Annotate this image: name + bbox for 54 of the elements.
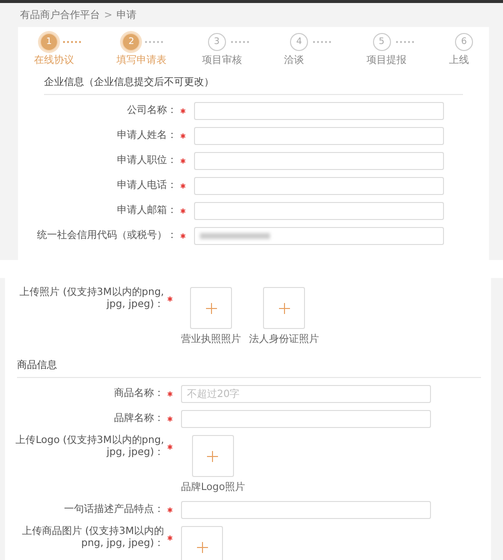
step-label: 填写申请表 <box>116 54 166 67</box>
tile-caption: 法人身份证照片 <box>249 332 319 346</box>
section-title: 商品信息 <box>17 358 481 378</box>
field-label: 申请人电话： <box>117 180 177 192</box>
input-field[interactable] <box>194 202 444 220</box>
breadcrumb-separator: > <box>104 10 112 20</box>
tile-caption: 营业执照照片 <box>181 332 241 346</box>
field-label: 商品名称： <box>114 388 164 400</box>
tile-caption: 品牌Logo照片 <box>181 480 245 494</box>
input-field[interactable] <box>181 501 431 519</box>
step-label: 项目审核 <box>202 54 242 67</box>
field-label: 公司名称： <box>127 105 177 117</box>
step-connector <box>230 41 249 43</box>
input-field[interactable] <box>194 102 444 120</box>
field-label: 统一社会信用代码（或税号）： <box>37 230 177 242</box>
step-circle: 6 <box>454 33 473 51</box>
section-title: 企业信息（企业信息提交后不可更改） <box>44 75 463 95</box>
step-connector <box>396 41 414 43</box>
upload-tile[interactable] <box>263 287 305 329</box>
step-connector <box>63 41 81 43</box>
step-circle: 4 <box>290 33 308 51</box>
step-circle: 3 <box>208 33 226 51</box>
step-label: 项目提报 <box>366 54 407 67</box>
field-label: 品牌名称： <box>114 413 164 425</box>
input-field[interactable] <box>194 227 444 245</box>
step-label: 上线 <box>448 54 469 67</box>
plus-icon <box>207 450 218 462</box>
step-label: 洽谈 <box>284 54 304 67</box>
input-field[interactable] <box>194 152 444 170</box>
plus-icon <box>196 542 208 552</box>
breadcrumb-link[interactable]: 申请 <box>116 8 136 22</box>
input-field[interactable] <box>181 410 431 428</box>
upload-tile[interactable] <box>181 526 223 560</box>
plus-icon <box>278 302 290 314</box>
input-field[interactable]: 不超过20字 <box>181 385 431 403</box>
step-connector <box>313 41 332 43</box>
field-label: 上传商品图片 (仅支持3M以内的png, jpg, jpeg)： <box>20 526 164 550</box>
upload-tile[interactable] <box>192 435 234 477</box>
upload-tile[interactable] <box>190 287 232 329</box>
field-label: 上传Logo (仅支持3M以内的png, jpg, jpeg)： <box>14 435 164 459</box>
breadcrumb-link[interactable]: 有品商户合作平台 <box>20 8 100 22</box>
field-label: 申请人邮箱： <box>117 205 177 217</box>
field-label: 一句话描述产品特点： <box>64 504 164 516</box>
field-label: 上传照片 (仅支持3M以内的png, jpg, jpeg)： <box>18 287 164 311</box>
input-field[interactable] <box>194 127 444 145</box>
plus-icon <box>206 302 216 314</box>
step-circle: 5 <box>372 33 391 51</box>
step-circle: 2 <box>122 33 140 51</box>
input-field[interactable] <box>194 177 444 195</box>
step-connector <box>145 41 164 43</box>
field-label: 申请人职位： <box>117 155 177 167</box>
step-label: 在线协议 <box>34 54 74 67</box>
step-circle: 1 <box>40 33 58 51</box>
field-label: 申请人姓名： <box>117 130 177 142</box>
